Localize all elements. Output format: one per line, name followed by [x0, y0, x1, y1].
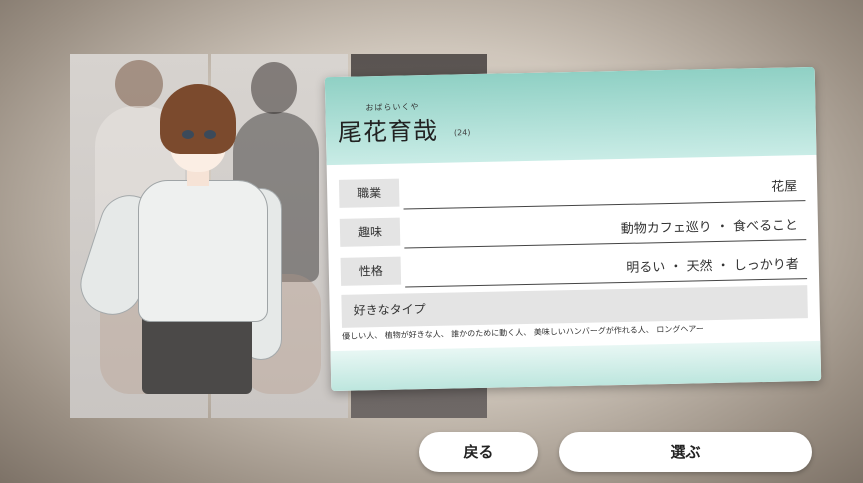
personality-value: 明るい ・ 天然 ・ しっかり者: [626, 257, 799, 276]
divider: [404, 239, 807, 249]
hobby-value: 動物カフェ巡り ・ 食べること: [620, 218, 799, 237]
character-age: (24): [453, 128, 471, 138]
character-name: 尾花育哉: [337, 116, 439, 147]
occupation-label: 職業: [338, 178, 400, 208]
back-button[interactable]: 戻る: [419, 432, 538, 472]
divider: [403, 200, 806, 210]
profile-row-personality: 性格 明るい ・ 天然 ・ しっかり者: [340, 248, 808, 288]
personality-label: 性格: [340, 256, 402, 286]
select-button[interactable]: 選ぶ: [559, 432, 812, 472]
profile-row-hobby: 趣味 動物カフェ巡り ・ 食べること: [339, 209, 807, 249]
profile-row-occupation: 職業 花屋: [338, 170, 806, 210]
character-sprite: [72, 84, 282, 394]
occupation-value: 花屋: [770, 179, 798, 195]
profile-card-footer: [330, 340, 822, 392]
favorite-type-label: 好きなタイプ: [353, 302, 426, 318]
profile-card: おばらいくや 尾花育哉 (24) 職業 花屋 趣味 動物カフェ巡り ・ 食べるこ…: [324, 66, 822, 392]
hobby-label: 趣味: [339, 217, 401, 247]
